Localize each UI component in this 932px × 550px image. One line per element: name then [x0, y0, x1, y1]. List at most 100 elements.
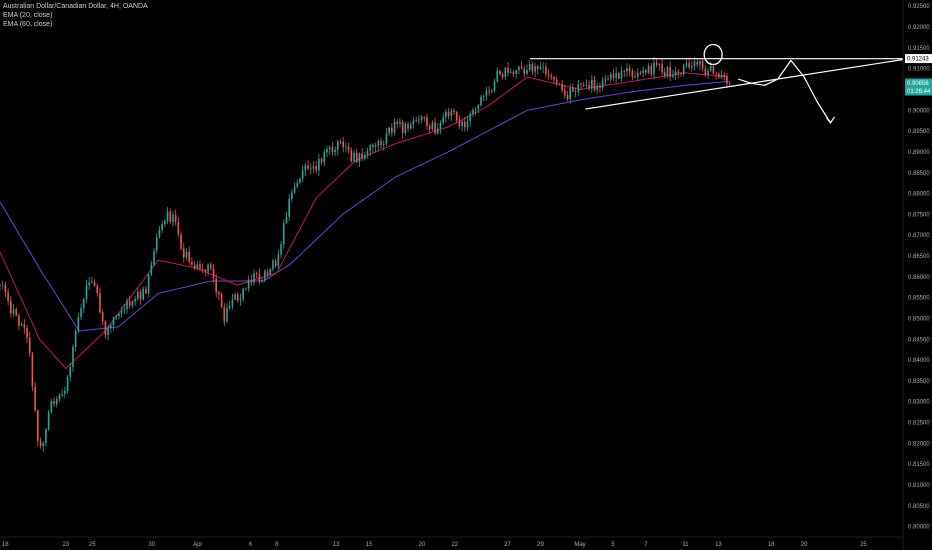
ema20-legend: EMA (20, close) — [3, 12, 53, 19]
candle-up — [693, 61, 696, 66]
candle-down — [407, 124, 409, 129]
candle-down — [512, 72, 515, 74]
candle-down — [53, 401, 55, 404]
price-tick-label: 0.85500 — [908, 296, 930, 302]
candle-down — [523, 68, 526, 74]
candle-up — [120, 310, 123, 314]
candle-up — [404, 124, 407, 133]
price-tick-label: 0.87500 — [908, 212, 930, 218]
price-tick-label: 0.82000 — [908, 441, 930, 447]
candle-up — [153, 250, 155, 265]
candle-up — [64, 391, 66, 395]
candle-up — [253, 273, 255, 283]
candle-up — [334, 149, 336, 153]
candle-up — [336, 141, 339, 150]
candle-up — [301, 170, 304, 179]
price-tick-label: 0.86000 — [908, 275, 930, 281]
candle-down — [193, 264, 196, 269]
candle-up — [234, 294, 236, 300]
price-chart[interactable]: 0.925000.920000.915000.910000.905000.900… — [0, 0, 932, 550]
candle-down — [520, 66, 523, 69]
candle-down — [499, 70, 501, 75]
candle-down — [680, 72, 682, 74]
candle-down — [455, 111, 458, 121]
candle-up — [436, 128, 439, 134]
candle-up — [388, 127, 390, 134]
candle-up — [118, 313, 120, 317]
candle-up — [626, 68, 628, 72]
candle-up — [299, 178, 301, 183]
candle-up — [318, 158, 320, 171]
time-tick-label: May — [574, 542, 585, 548]
candle-down — [547, 74, 550, 76]
candle-up — [596, 85, 599, 91]
candle-down — [104, 321, 107, 335]
chart-legend: Australian Dollar/Canadian Dollar, 4H, O… — [3, 2, 148, 29]
price-tick-label: 0.91500 — [908, 46, 930, 52]
candle-up — [185, 251, 188, 258]
candle-down — [561, 84, 563, 91]
candle-down — [37, 410, 39, 441]
candle-up — [109, 325, 112, 329]
resistance-price-tag: 0.91243 — [905, 54, 932, 64]
candle-down — [9, 300, 12, 314]
candle-up — [615, 72, 617, 78]
candle-down — [315, 166, 317, 171]
price-tick-label: 0.83000 — [908, 400, 930, 406]
candle-up — [269, 269, 272, 276]
candle-up — [469, 113, 472, 121]
candle-down — [188, 251, 190, 262]
candle-up — [58, 395, 61, 400]
candle-up — [272, 260, 274, 270]
candle-up — [72, 346, 74, 368]
candle-up — [412, 120, 415, 125]
candle-down — [215, 278, 218, 293]
candle-up — [485, 90, 488, 96]
time-tick-label: 25 — [89, 542, 96, 548]
candle-up — [288, 198, 290, 217]
price-tick-label: 0.92500 — [908, 4, 930, 10]
candle-down — [396, 121, 399, 124]
candle-down — [96, 285, 99, 294]
candle-up — [466, 120, 469, 128]
candle-down — [428, 126, 431, 130]
candle-up — [653, 62, 655, 75]
price-tick-label: 0.84500 — [908, 337, 930, 343]
candle-down — [572, 88, 574, 92]
candle-down — [309, 168, 312, 170]
candle-up — [707, 70, 709, 75]
candle-up — [672, 75, 674, 77]
candle-down — [712, 66, 715, 74]
candle-up — [69, 367, 72, 377]
candle-down — [553, 76, 555, 80]
candle-up — [147, 274, 150, 294]
candle-up — [172, 214, 174, 222]
price-tick-label: 0.91000 — [908, 67, 930, 73]
candle-up — [542, 66, 544, 68]
candle-down — [628, 68, 631, 72]
candle-up — [496, 70, 499, 82]
candle-up — [574, 91, 577, 93]
candle-up — [504, 67, 507, 78]
time-tick-label: 20 — [801, 542, 808, 548]
price-tick-label: 0.82500 — [908, 421, 930, 427]
time-tick-label: 30 — [148, 542, 155, 548]
candle-down — [209, 264, 212, 269]
price-tick-label: 0.80000 — [908, 525, 930, 531]
time-tick-label: 18 — [2, 542, 9, 548]
candle-up — [207, 264, 209, 272]
candle-up — [1, 284, 4, 286]
candle-up — [491, 90, 493, 92]
candle-up — [326, 149, 328, 153]
candle-up — [239, 298, 242, 301]
candle-up — [158, 229, 161, 238]
price-tick-label: 0.86500 — [908, 254, 930, 260]
candle-up — [461, 121, 463, 126]
candle-down — [372, 144, 374, 148]
candle-up — [296, 182, 299, 187]
candle-up — [385, 133, 388, 144]
candle-down — [250, 279, 253, 283]
candle-up — [682, 65, 685, 74]
candle-down — [391, 127, 393, 133]
candle-up — [291, 192, 293, 199]
